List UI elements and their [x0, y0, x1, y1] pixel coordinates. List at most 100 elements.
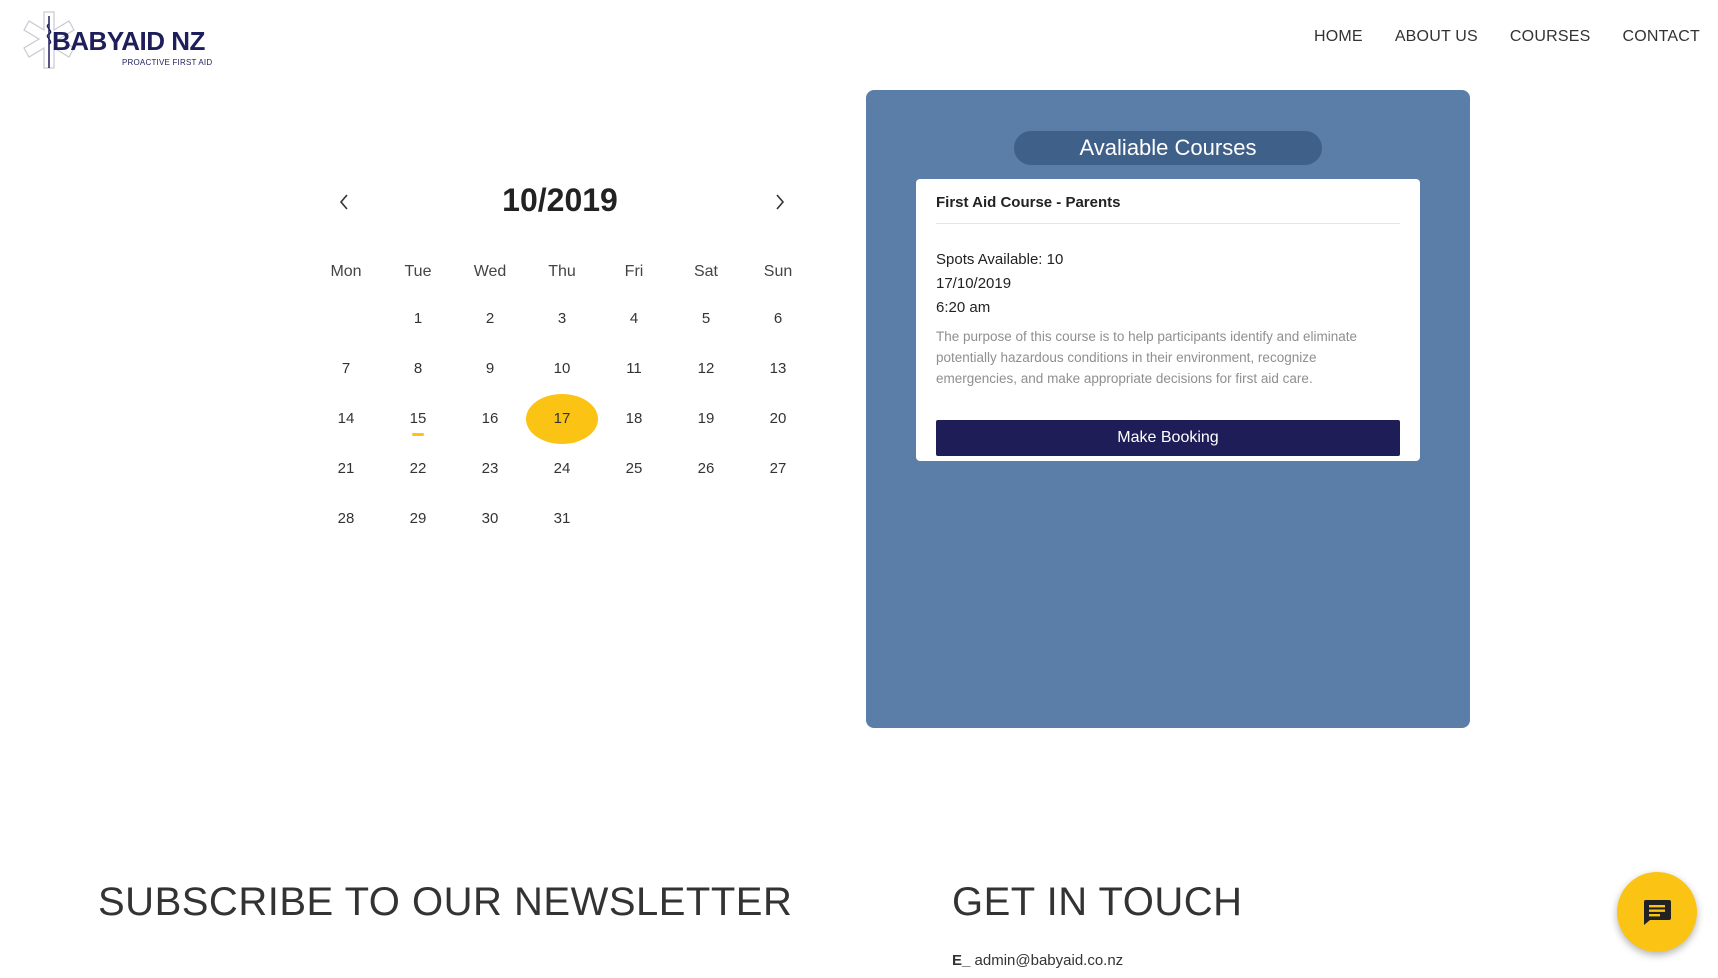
calendar-day[interactable]: 30 — [454, 494, 526, 544]
calendar-day[interactable]: 28 — [310, 494, 382, 544]
calendar-day[interactable]: 24 — [526, 444, 598, 494]
calendar-day[interactable]: 2 — [454, 294, 526, 344]
main-nav: HOME ABOUT US COURSES CONTACT — [1314, 28, 1700, 46]
calendar-day[interactable]: 20 — [742, 394, 814, 444]
course-time: 6:20 am — [936, 299, 991, 316]
calendar-day-number: 16 — [481, 410, 499, 427]
calendar-day[interactable]: 3 — [526, 294, 598, 344]
chevron-right-icon — [776, 194, 785, 210]
calendar-day[interactable]: 31 — [526, 494, 598, 544]
calendar-day-number: 1 — [413, 310, 423, 327]
calendar-day-number: 31 — [553, 510, 571, 527]
calendar-month-title: 10/2019 — [502, 182, 618, 218]
weekday-label: Fri — [624, 263, 644, 280]
calendar-day[interactable]: 12 — [670, 344, 742, 394]
logo-tagline: PROACTIVE FIRST AID — [122, 58, 213, 67]
contact-email: E_ admin@babyaid.co.nz — [952, 952, 1123, 969]
calendar-day-number: 27 — [769, 460, 787, 477]
calendar-day[interactable]: 10 — [526, 344, 598, 394]
nav-contact-link[interactable]: CONTACT — [1622, 28, 1700, 46]
weekday-label: Wed — [473, 263, 507, 280]
available-courses-panel: Avaliable Courses First Aid Course - Par… — [866, 90, 1470, 728]
calendar-day-number: 19 — [697, 410, 715, 427]
calendar-day[interactable]: 29 — [382, 494, 454, 544]
calendar-day-number: 6 — [773, 310, 783, 327]
calendar-day-number: 10 — [553, 360, 571, 377]
contact-heading: GET IN TOUCH — [952, 880, 1243, 924]
site-logo[interactable]: BABYAID NZ PROACTIVE FIRST AID — [18, 10, 218, 72]
calendar-day-number: 12 — [697, 360, 715, 377]
calendar-day-number: 26 — [697, 460, 715, 477]
calendar-day-number: 13 — [769, 360, 787, 377]
calendar-day-number: 5 — [701, 310, 711, 327]
calendar-day-number: 18 — [625, 410, 643, 427]
calendar-day-number: 22 — [409, 460, 427, 477]
email-link[interactable]: admin@babyaid.co.nz — [975, 952, 1124, 969]
calendar-day[interactable]: 25 — [598, 444, 670, 494]
site-header: BABYAID NZ PROACTIVE FIRST AID HOME ABOU… — [0, 0, 1718, 80]
calendar-day-number: 11 — [626, 360, 642, 377]
calendar-day-number: 29 — [409, 510, 427, 527]
calendar-day[interactable]: 4 — [598, 294, 670, 344]
calendar-day[interactable]: 13 — [742, 344, 814, 394]
course-card: First Aid Course - Parents Spots Availab… — [916, 179, 1420, 461]
calendar-day[interactable]: 19 — [670, 394, 742, 444]
calendar-header: 10/2019 — [310, 180, 810, 250]
next-month-button[interactable] — [766, 188, 794, 216]
calendar-day-number: 14 — [337, 410, 355, 427]
calendar-day-number: 3 — [557, 310, 567, 327]
calendar-day-number: 8 — [413, 360, 423, 377]
calendar-day[interactable]: 14 — [310, 394, 382, 444]
newsletter-heading: SUBSCRIBE TO OUR NEWSLETTER — [98, 880, 793, 924]
calendar-day-number: 7 — [341, 360, 351, 377]
calendar-day[interactable]: 22 — [382, 444, 454, 494]
calendar-day-number: 15 — [409, 410, 427, 427]
course-details: Spots Available: 10 17/10/2019 6:20 am — [936, 224, 1400, 320]
weekday-label: Sat — [693, 263, 718, 280]
calendar-day[interactable]: 7 — [310, 344, 382, 394]
calendar-day[interactable]: 8 — [382, 344, 454, 394]
calendar-day[interactable]: 6 — [742, 294, 814, 344]
calendar-day[interactable]: 9 — [454, 344, 526, 394]
weekday-label: Tue — [404, 263, 432, 280]
panel-title: Avaliable Courses — [1014, 131, 1322, 165]
chat-button[interactable] — [1617, 872, 1697, 952]
calendar-day-number: 28 — [337, 510, 355, 527]
calendar-day[interactable]: 1 — [382, 294, 454, 344]
weekday-label: Thu — [548, 263, 576, 280]
calendar-day-number: 9 — [485, 360, 495, 377]
weekday-label: Mon — [330, 263, 362, 280]
calendar-empty-cell — [310, 294, 382, 344]
nav-courses-link[interactable]: COURSES — [1510, 28, 1591, 46]
make-booking-button[interactable]: Make Booking — [936, 420, 1400, 456]
calendar-day-selected[interactable]: 17 — [526, 394, 598, 444]
calendar-day[interactable]: 23 — [454, 444, 526, 494]
nav-about-link[interactable]: ABOUT US — [1395, 28, 1478, 46]
calendar-day[interactable]: 5 — [670, 294, 742, 344]
email-prefix: E_ — [952, 952, 971, 969]
calendar-day[interactable]: 26 — [670, 444, 742, 494]
calendar-day-number: 24 — [553, 460, 571, 477]
calendar-day-number: 4 — [629, 310, 639, 327]
calendar-day[interactable]: 27 — [742, 444, 814, 494]
calendar-day[interactable]: 21 — [310, 444, 382, 494]
calendar-day[interactable]: 18 — [598, 394, 670, 444]
calendar-day-number: 30 — [481, 510, 499, 527]
chat-icon — [1643, 900, 1671, 925]
calendar-day-number: 2 — [485, 310, 495, 327]
weekday-label: Sun — [763, 263, 793, 280]
calendar-day-number: 17 — [553, 410, 571, 427]
calendar-day[interactable]: 15 — [382, 394, 454, 444]
calendar-day-number: 21 — [337, 460, 355, 477]
course-name: First Aid Course - Parents — [936, 179, 1400, 224]
booking-calendar: 10/2019 Mon Tue Wed Thu Fri Sat Sun 1234… — [310, 180, 810, 544]
calendar-days-grid: 1 2 3 4 5 6 7 8 9 10 11 12 13 14 15 16 17 18 19 20 21 22 23 24 2… — [310, 294, 810, 544]
course-date: 17/10/2019 — [936, 275, 1012, 292]
weekday-header-row: Mon Tue Wed Thu Fri Sat Sun — [310, 250, 810, 294]
logo-wordmark: BABYAID NZ — [52, 26, 205, 56]
calendar-day-number: 20 — [769, 410, 787, 427]
nav-home-link[interactable]: HOME — [1314, 28, 1363, 46]
calendar-day[interactable]: 11 — [598, 344, 670, 394]
calendar-day[interactable]: 16 — [454, 394, 526, 444]
calendar-day-number: 25 — [625, 460, 643, 477]
